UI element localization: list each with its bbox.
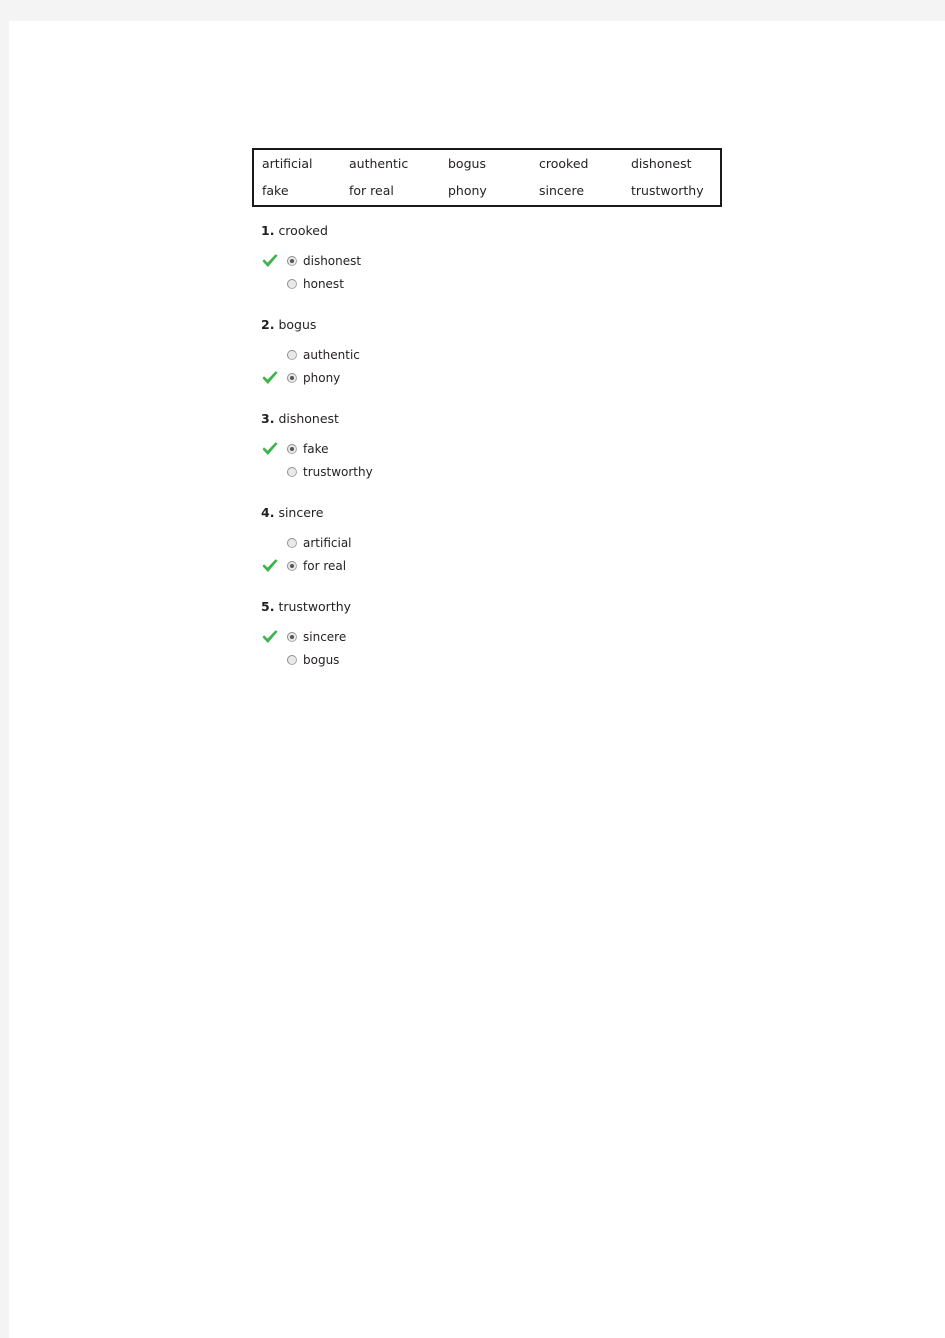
radio-button-for-real[interactable] [287,561,297,572]
radio-button-fake[interactable] [287,444,297,455]
question-item-1: 1. crooked dishonest honest [261,223,732,296]
word-bank-cell: artificial [262,156,313,171]
option-label: authentic [303,347,360,362]
radio-button-honest[interactable] [287,279,297,290]
radio-button-sincere[interactable] [287,632,297,643]
word-bank-row: artificial authentic bogus crooked disho… [253,149,721,177]
option-list: dishonest honest [261,250,732,296]
check-mark-icon [262,371,278,385]
option-row-crooked-honest[interactable]: honest [261,273,732,296]
option-row-trustworthy-bogus[interactable]: bogus [261,649,732,672]
question-number: 3. [261,410,275,426]
option-row-trustworthy-sincere[interactable]: sincere [261,626,732,649]
word-bank-cell: dishonest [631,156,692,171]
word-bank-cell: bogus [448,156,486,171]
check-mark-icon [262,630,278,644]
word-bank-cell: trustworthy [631,183,704,199]
option-label: phony [303,370,341,385]
option-label: for real [303,558,347,573]
option-label: bogus [303,652,340,667]
question-item-3: 3. dishonest fake trustworthy [261,411,732,484]
question-number: 5. [261,598,275,614]
question-number: 4. [261,504,275,520]
option-row-bogus-authentic[interactable]: authentic [261,344,732,367]
word-bank-cell: crooked [539,156,589,171]
option-list: artificial for real [261,532,732,578]
question-word: bogus [278,316,317,332]
question-prompt: 2. bogus [261,317,732,332]
option-row-sincere-artificial[interactable]: artificial [261,532,732,555]
question-prompt: 3. dishonest [261,411,732,426]
word-bank-row: fake for real phony sincere trustworthy [253,177,721,205]
question-word: trustworthy [278,598,352,614]
option-row-sincere-for-real[interactable]: for real [261,555,732,578]
question-list: 1. crooked dishonest honest 2. bogus aut… [252,223,732,672]
question-item-5: 5. trustworthy sincere bogus [261,599,732,672]
question-word: sincere [278,504,324,520]
radio-button-bogus[interactable] [287,655,297,666]
word-bank-cell: phony [448,183,487,199]
worksheet-content: artificial authentic bogus crooked disho… [252,148,732,672]
option-row-dishonest-trustworthy[interactable]: trustworthy [261,461,732,484]
check-mark-icon [262,442,278,456]
option-label: honest [303,276,344,291]
radio-button-phony[interactable] [287,373,297,384]
question-number: 2. [261,316,275,332]
option-label: fake [303,441,329,456]
question-item-2: 2. bogus authentic phony [261,317,732,390]
option-row-crooked-dishonest[interactable]: dishonest [261,250,732,273]
option-label: artificial [303,535,352,550]
question-word: dishonest [278,410,339,426]
word-bank-cell: sincere [539,183,585,199]
check-mark-icon [262,254,278,268]
option-label: dishonest [303,253,362,268]
radio-button-authentic[interactable] [287,350,297,361]
word-bank-cell: for real [349,183,394,199]
question-prompt: 4. sincere [261,505,732,520]
word-bank-table: artificial authentic bogus crooked disho… [252,148,722,207]
option-row-dishonest-fake[interactable]: fake [261,438,732,461]
check-mark-icon [262,559,278,573]
option-list: fake trustworthy [261,438,732,484]
radio-button-trustworthy[interactable] [287,467,297,478]
question-item-4: 4. sincere artificial for real [261,505,732,578]
option-list: authentic phony [261,344,732,390]
option-label: trustworthy [303,464,373,479]
word-bank-cell: authentic [349,156,409,171]
word-bank-body: artificial authentic bogus crooked disho… [253,149,721,206]
option-row-bogus-phony[interactable]: phony [261,367,732,390]
option-label: sincere [303,629,347,644]
radio-button-artificial[interactable] [287,538,297,549]
question-word: crooked [278,222,328,238]
radio-button-dishonest[interactable] [287,256,297,267]
question-number: 1. [261,222,275,238]
question-prompt: 1. crooked [261,223,732,238]
option-list: sincere bogus [261,626,732,672]
word-bank-cell: fake [262,183,289,199]
question-prompt: 5. trustworthy [261,599,732,614]
document-page: artificial authentic bogus crooked disho… [9,21,945,1338]
